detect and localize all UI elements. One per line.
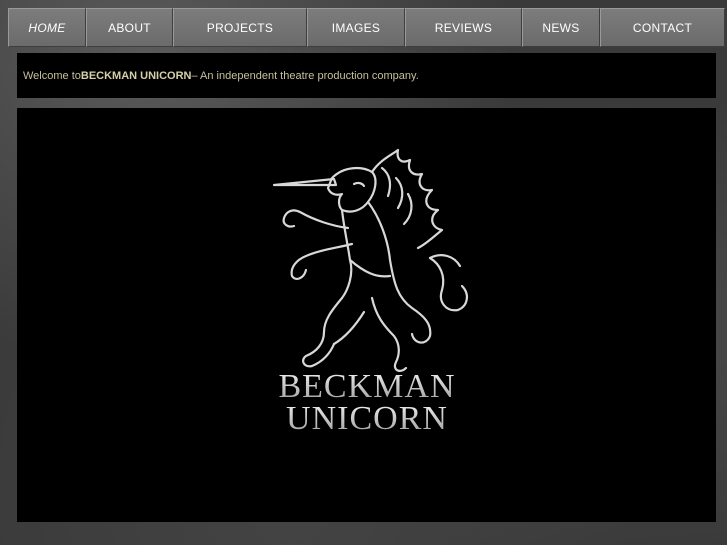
nav-news[interactable]: NEWS <box>522 8 600 47</box>
brand-line-2: UNICORN <box>217 402 517 436</box>
nav-projects-label: PROJECTS <box>206 20 274 35</box>
nav-contact-label: CONTACT <box>632 20 693 35</box>
welcome-banner: Welcome to ​BECKMAN UNICORN – An indepen… <box>17 53 716 98</box>
main-nav: HOME ABOUT PROJECTS IMAGES REVIEWS NEWS … <box>8 8 727 47</box>
nav-home[interactable]: HOME <box>8 8 86 47</box>
nav-images-label: IMAGES <box>331 20 381 35</box>
nav-about[interactable]: ABOUT <box>86 8 173 47</box>
nav-about-label: ABOUT <box>108 20 151 35</box>
nav-home-label: HOME <box>28 20 66 35</box>
brand-line-1: BECKMAN <box>217 370 517 404</box>
welcome-company: BECKMAN UNICORN <box>80 69 192 82</box>
nav-images[interactable]: IMAGES <box>307 8 405 47</box>
welcome-prefix: Welcome to <box>23 69 81 82</box>
welcome-suffix: – An independent theatre production comp… <box>191 69 419 82</box>
nav-reviews[interactable]: REVIEWS <box>405 8 522 47</box>
nav-news-label: NEWS <box>542 20 580 35</box>
hero-panel: BECKMAN UNICORN <box>17 108 716 522</box>
nav-reviews-label: REVIEWS <box>434 20 493 35</box>
nav-projects[interactable]: PROJECTS <box>173 8 307 47</box>
nav-contact[interactable]: CONTACT <box>600 8 725 47</box>
